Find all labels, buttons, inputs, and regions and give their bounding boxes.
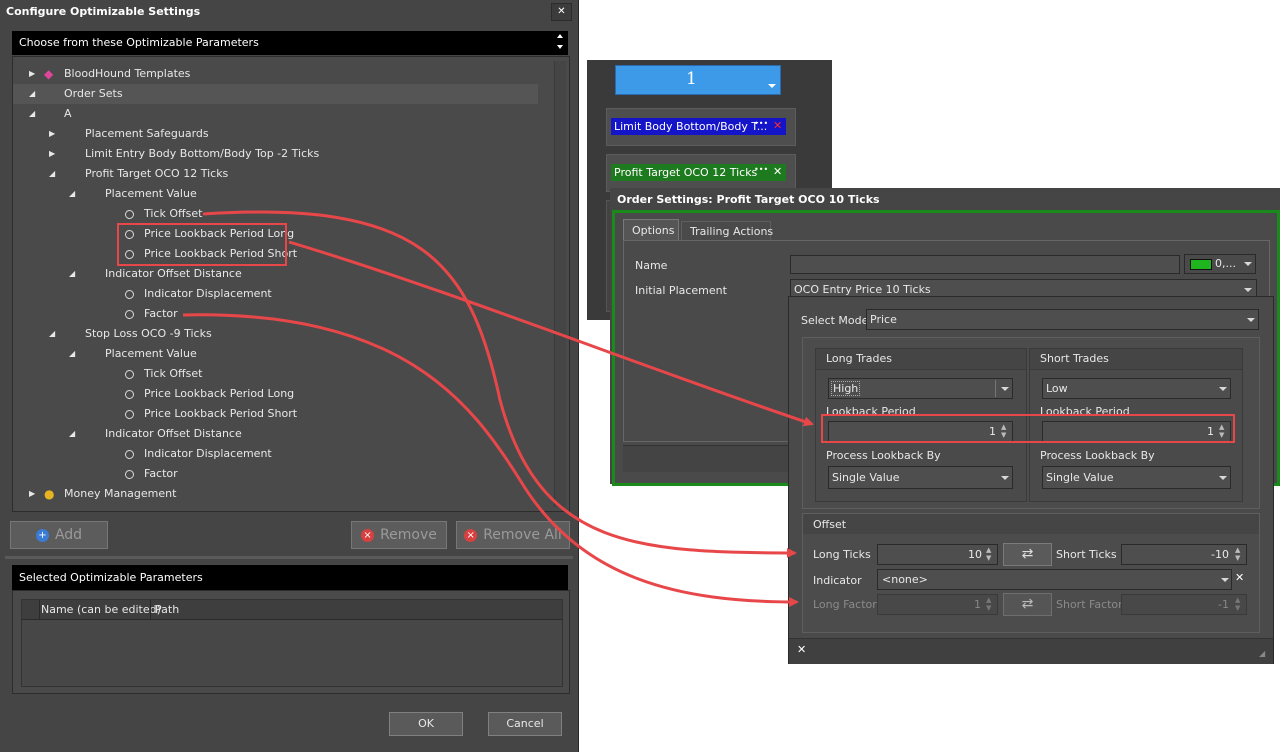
arrow-lookback-period	[288, 240, 814, 427]
annotation-arrows	[182, 210, 814, 607]
arrow-tick-offset	[202, 210, 797, 558]
